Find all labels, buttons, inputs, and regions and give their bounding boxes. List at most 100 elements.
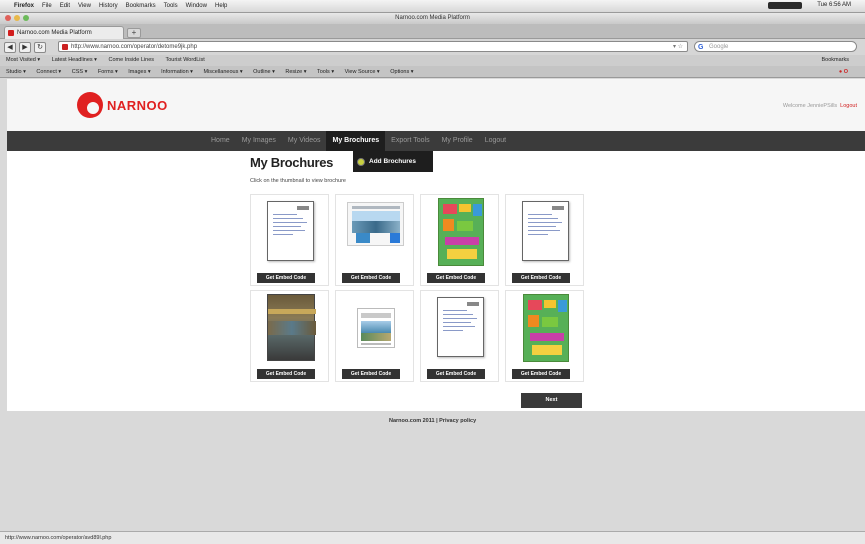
brochure-thumbnail[interactable]: [517, 294, 574, 362]
menu-help[interactable]: Help: [215, 3, 227, 9]
brochure-card: Get Embed Code: [420, 194, 499, 286]
clock[interactable]: Tue 6:56 AM: [817, 2, 851, 9]
get-embed-code-button[interactable]: Get Embed Code: [342, 273, 400, 283]
new-tab-button[interactable]: +: [127, 28, 141, 38]
narnoo-logo[interactable]: NARNOO: [77, 92, 168, 118]
logo-text: NARNOO: [107, 97, 168, 113]
menu-window[interactable]: Window: [186, 3, 207, 9]
logout-link[interactable]: Logout: [840, 103, 857, 109]
browser-tab[interactable]: Narnoo.com Media Platform: [4, 26, 124, 39]
narnoo-logo-icon: [77, 92, 103, 118]
get-embed-code-button[interactable]: Get Embed Code: [257, 273, 315, 283]
menu-edit[interactable]: Edit: [60, 3, 70, 9]
brochure-thumbnail[interactable]: [347, 294, 404, 362]
search-input[interactable]: G Google: [694, 41, 857, 52]
search-engine-icon[interactable]: G: [698, 43, 703, 53]
page-title: My Brochures: [250, 155, 334, 170]
nav-my-videos[interactable]: My Videos: [282, 131, 327, 151]
site-header: NARNOO Welcome JenniePSills Logout: [7, 79, 865, 131]
toolbar-item[interactable]: Studio ▾: [6, 69, 26, 75]
toolbar-item[interactable]: Options ▾: [390, 69, 413, 75]
bookmark-latest-headlines[interactable]: Latest Headlines ▾: [52, 57, 97, 63]
zoom-window-icon[interactable]: [23, 15, 29, 21]
submenu-add-brochures[interactable]: Add Brochures: [353, 151, 433, 172]
bookmark-most-visited[interactable]: Most Visited ▾: [6, 57, 40, 63]
toolbar-status[interactable]: ● O: [839, 66, 848, 77]
back-button[interactable]: ◀: [4, 41, 16, 53]
brochure-grid: Get Embed Code Get Embed Code Get Embed …: [250, 194, 586, 384]
toolbar-item[interactable]: Tools ▾: [317, 69, 334, 75]
brochure-card: Get Embed Code: [505, 290, 584, 382]
nav-export-tools[interactable]: Export Tools: [385, 131, 435, 151]
intro-text: Click on the thumbnail to view brochure: [250, 178, 346, 184]
document-thumb-icon: [267, 201, 314, 261]
toolbar-item[interactable]: Miscellaneous ▾: [203, 69, 242, 75]
get-embed-code-button[interactable]: Get Embed Code: [512, 273, 570, 283]
nav-home[interactable]: Home: [205, 131, 236, 151]
get-embed-code-button[interactable]: Get Embed Code: [257, 369, 315, 379]
toolbar-item[interactable]: Information ▾: [161, 69, 193, 75]
toolbar-item[interactable]: Images ▾: [128, 69, 150, 75]
menu-firefox[interactable]: Firefox: [14, 3, 34, 9]
menu-bookmarks[interactable]: Bookmarks: [126, 3, 156, 9]
flyer-thumb-icon: [438, 198, 484, 266]
brochure-thumbnail[interactable]: [262, 294, 319, 362]
brochure-card: Get Embed Code: [420, 290, 499, 382]
brochure-card: Get Embed Code: [335, 194, 414, 286]
url-bar[interactable]: http://www.narnoo.com/operator/detome9jk…: [58, 41, 688, 52]
get-embed-code-button[interactable]: Get Embed Code: [427, 273, 485, 283]
bookmark-item[interactable]: Come Inside Lines: [108, 57, 154, 63]
nav-my-brochures[interactable]: My Brochures: [326, 131, 386, 151]
site-identity-icon[interactable]: [62, 44, 68, 50]
scenic-brochure-icon: [357, 308, 395, 348]
mac-menubar: Firefox File Edit View History Bookmarks…: [0, 0, 865, 13]
nav-my-profile[interactable]: My Profile: [436, 131, 479, 151]
toolbar-item[interactable]: View Source ▾: [345, 69, 380, 75]
minimize-window-icon[interactable]: [14, 15, 20, 21]
bookmark-item[interactable]: Tourist WordList: [165, 57, 204, 63]
get-embed-code-button[interactable]: Get Embed Code: [427, 369, 485, 379]
close-window-icon[interactable]: [5, 15, 11, 21]
tab-bar: Narnoo.com Media Platform +: [0, 24, 865, 39]
toolbar-item[interactable]: CSS ▾: [72, 69, 88, 75]
footer-text[interactable]: Narnoo.com 2011 | Privacy policy: [389, 418, 476, 424]
toolbar-item[interactable]: Resize ▾: [285, 69, 306, 75]
flyer-thumb-icon: [523, 294, 569, 362]
nav-my-images[interactable]: My Images: [236, 131, 282, 151]
brochure-thumbnail[interactable]: [347, 198, 404, 266]
site-nav: Home My Images My Videos My Brochures Ex…: [7, 131, 865, 151]
brochure-thumbnail[interactable]: [432, 294, 489, 362]
brochure-card: Get Embed Code: [250, 290, 329, 382]
menu-tools[interactable]: Tools: [164, 3, 178, 9]
main-content: My Brochures Click on the thumbnail to v…: [7, 151, 865, 411]
get-embed-code-button[interactable]: Get Embed Code: [342, 369, 400, 379]
bookmarks-menu-button[interactable]: Bookmarks: [821, 55, 849, 66]
welcome-message: Welcome JenniePSills Logout: [783, 103, 857, 109]
photo-brochure-icon: [267, 294, 316, 361]
toolbar-item[interactable]: Forms ▾: [98, 69, 118, 75]
window-controls: [5, 15, 29, 21]
get-embed-code-button[interactable]: Get Embed Code: [512, 369, 570, 379]
brochure-thumbnail[interactable]: [517, 198, 574, 266]
document-thumb-icon: [522, 201, 569, 261]
battery-icon[interactable]: [768, 2, 803, 9]
go-icon[interactable]: ▾ ☆: [673, 42, 683, 52]
menu-view[interactable]: View: [78, 3, 91, 9]
menu-history[interactable]: History: [99, 3, 118, 9]
brochure-thumbnail[interactable]: [432, 198, 489, 266]
brochure-card: Get Embed Code: [250, 194, 329, 286]
nav-logout[interactable]: Logout: [479, 131, 512, 151]
next-button[interactable]: Next: [521, 393, 582, 408]
window-title: Narnoo.com Media Platform: [395, 15, 470, 21]
search-placeholder: Google: [709, 44, 729, 50]
reload-button[interactable]: ↻: [34, 41, 46, 53]
forward-button[interactable]: ▶: [19, 41, 31, 53]
url-text: http://www.narnoo.com/operator/detome9jk…: [71, 44, 198, 50]
submenu-label: Add Brochures: [369, 158, 416, 165]
toolbar-item[interactable]: Outline ▾: [253, 69, 275, 75]
toolbar-item[interactable]: Connect ▾: [36, 69, 61, 75]
welcome-text: Welcome JenniePSills: [782, 103, 838, 109]
menu-file[interactable]: File: [42, 3, 52, 9]
brochure-thumbnail[interactable]: [262, 198, 319, 266]
web-developer-toolbar: Studio ▾ Connect ▾ CSS ▾ Forms ▾ Images …: [0, 66, 865, 78]
